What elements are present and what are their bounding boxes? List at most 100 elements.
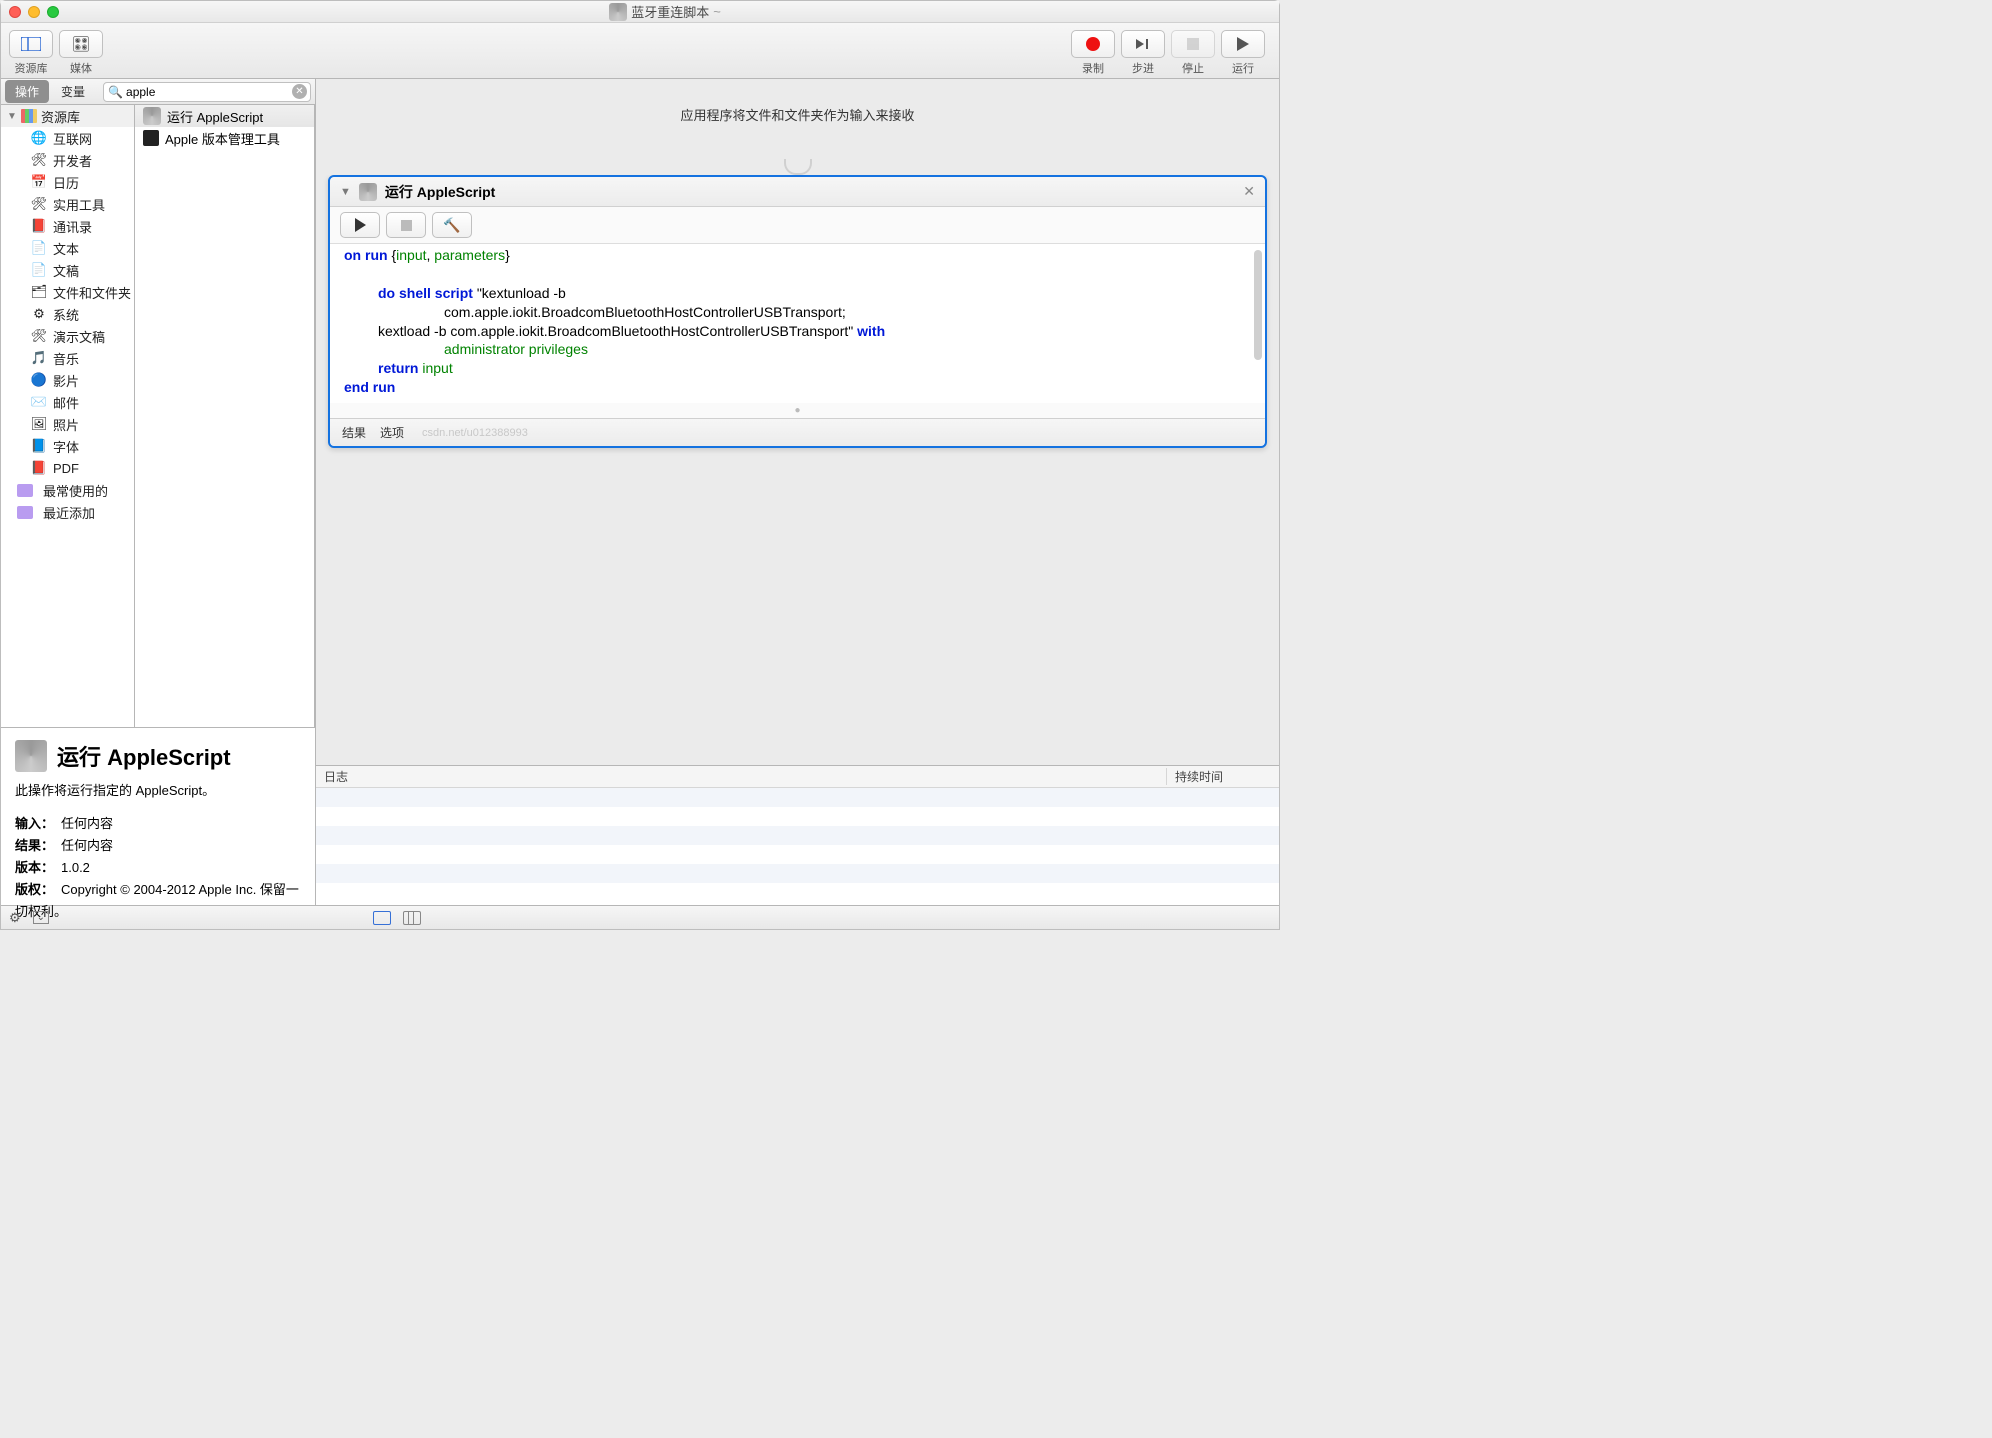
library-item[interactable]: 🗂文件和文件夹: [1, 281, 134, 303]
input-value: 任何内容: [61, 816, 113, 831]
library-item[interactable]: ✉️邮件: [1, 391, 134, 413]
toolbar: 资源库 🎛 媒体 录制 步进 停止 运行: [1, 23, 1279, 79]
log-rows: [316, 788, 1279, 905]
close-icon[interactable]: ✕: [1243, 183, 1255, 200]
script-compile-button[interactable]: 🔨: [432, 212, 472, 238]
view-mode-2-icon[interactable]: [403, 911, 421, 925]
action-detail-pane: 运行 AppleScript 此操作将运行指定的 AppleScript。 输入…: [1, 727, 315, 905]
library-item[interactable]: 🔵影片: [1, 369, 134, 391]
action-label: Apple 版本管理工具: [165, 129, 280, 148]
category-icon: 🖼: [31, 416, 47, 432]
code-editor[interactable]: on run {input, parameters} do shell scri…: [330, 243, 1265, 403]
library-item[interactable]: 🌐 互联网: [1, 127, 134, 149]
library-item[interactable]: ⚙ 系统: [1, 303, 134, 325]
hammer-icon: 🔨: [443, 217, 460, 234]
category-icon: 📕: [31, 218, 47, 234]
stop-button[interactable]: [1171, 30, 1215, 58]
library-item[interactable]: 📕 PDF: [1, 457, 134, 479]
library-label: 资源库: [15, 60, 48, 76]
step-icon: [1134, 37, 1152, 51]
log-header-duration[interactable]: 持续时间: [1167, 768, 1279, 785]
category-icon: 🛠: [31, 196, 47, 212]
log-header-log[interactable]: 日志: [316, 768, 1167, 785]
input-label: 输入：: [15, 813, 61, 835]
scrollbar-thumb[interactable]: [1254, 250, 1262, 360]
footer-options[interactable]: 选项: [380, 424, 404, 441]
library-item-label: 音乐: [53, 349, 79, 368]
run-button[interactable]: [1221, 30, 1265, 58]
category-icon: 🗂: [31, 284, 47, 300]
footer-result[interactable]: 结果: [342, 424, 366, 441]
folder-label: 最近添加: [43, 503, 95, 522]
library-item-label: 实用工具: [53, 195, 105, 214]
action-list-item[interactable]: Apple 版本管理工具: [135, 127, 314, 149]
library-item-label: 互联网: [53, 129, 92, 148]
disclosure-icon[interactable]: ▼: [340, 186, 351, 198]
action-card-run-applescript[interactable]: ▼ 运行 AppleScript ✕ 🔨 on run {input, para…: [328, 175, 1267, 448]
step-button[interactable]: [1121, 30, 1165, 58]
minimize-icon[interactable]: [28, 6, 40, 18]
result-label: 结果：: [15, 835, 61, 857]
modified-indicator: ~: [713, 4, 721, 19]
library-item[interactable]: 📄文本: [1, 237, 134, 259]
script-stop-button[interactable]: [386, 212, 426, 238]
category-icon: 🌐: [31, 130, 47, 146]
library-item[interactable]: 🛠 实用工具: [1, 193, 134, 215]
library-folder[interactable]: 最常使用的: [1, 479, 134, 501]
library-folder[interactable]: 最近添加: [1, 501, 134, 523]
library-item[interactable]: 📘字体: [1, 435, 134, 457]
disclosure-icon: ▼: [7, 111, 17, 122]
stop-label: 停止: [1182, 60, 1204, 76]
record-icon: [1086, 37, 1100, 51]
expand-icon[interactable]: ⌄: [33, 911, 49, 924]
action-label: 运行 AppleScript: [167, 107, 263, 126]
category-icon: 🛠: [31, 152, 47, 168]
version-value: 1.0.2: [61, 860, 90, 875]
action-list-item[interactable]: 运行 AppleScript: [135, 105, 314, 127]
library-item[interactable]: 🛠演示文稿: [1, 325, 134, 347]
library-item[interactable]: 📄文稿: [1, 259, 134, 281]
category-icon: 🎵: [31, 350, 47, 366]
run-label: 运行: [1232, 60, 1254, 76]
maximize-icon[interactable]: [47, 6, 59, 18]
media-button[interactable]: 🎛: [59, 30, 103, 58]
card-title: 运行 AppleScript: [385, 182, 1235, 202]
library-item-label: 邮件: [53, 393, 79, 412]
close-icon[interactable]: [9, 6, 21, 18]
tab-variables[interactable]: 变量: [51, 80, 95, 103]
library-item-label: 演示文稿: [53, 327, 105, 346]
media-icon: 🎛: [71, 35, 90, 53]
category-icon: 📕: [31, 460, 47, 476]
script-play-button[interactable]: [340, 212, 380, 238]
library-item-label: 文稿: [53, 261, 79, 280]
library-item-label: 系统: [53, 305, 79, 324]
library-item[interactable]: 🖼照片: [1, 413, 134, 435]
library-item[interactable]: 🎵 音乐: [1, 347, 134, 369]
view-mode-1-icon[interactable]: [373, 911, 391, 925]
clear-search-icon[interactable]: ✕: [292, 84, 307, 99]
record-button[interactable]: [1071, 30, 1115, 58]
library-item[interactable]: 📅日历: [1, 171, 134, 193]
library-item-label: 开发者: [53, 151, 92, 170]
library-item[interactable]: 📕通讯录: [1, 215, 134, 237]
folder-icon: [17, 506, 33, 519]
search-input[interactable]: [103, 82, 311, 102]
detail-description: 此操作将运行指定的 AppleScript。: [15, 780, 301, 799]
library-item-label: PDF: [53, 461, 79, 476]
library-root[interactable]: ▼ 资源库: [1, 105, 134, 127]
folder-icon: [17, 484, 33, 497]
library-button[interactable]: [9, 30, 53, 58]
category-icon: 📄: [31, 240, 47, 256]
folder-label: 最常使用的: [43, 481, 108, 500]
library-item[interactable]: 🛠 开发者: [1, 149, 134, 171]
terminal-icon: [143, 130, 159, 146]
media-label: 媒体: [70, 60, 92, 76]
gear-icon[interactable]: [9, 910, 21, 926]
result-value: 任何内容: [61, 838, 113, 853]
version-label: 版本：: [15, 857, 61, 879]
stop-icon: [1187, 38, 1199, 50]
tab-actions[interactable]: 操作: [5, 80, 49, 103]
resize-handle-icon[interactable]: ●: [330, 403, 1265, 418]
category-icon: ⚙: [31, 306, 47, 322]
search-icon: 🔍: [108, 85, 123, 99]
